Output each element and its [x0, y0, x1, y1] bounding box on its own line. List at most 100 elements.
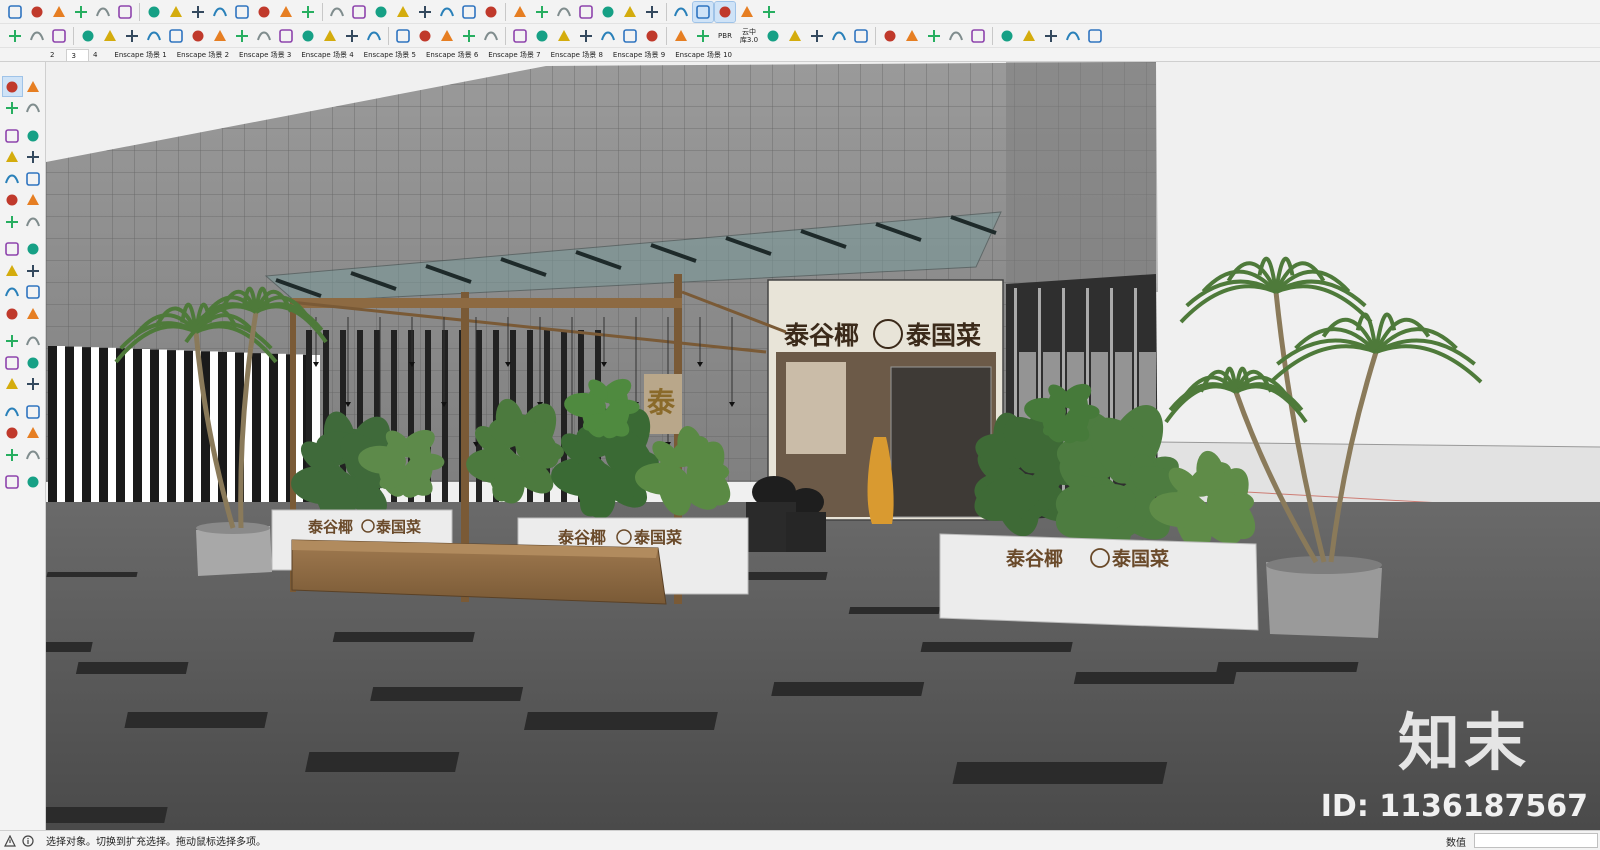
follow-me-icon[interactable] — [24, 261, 43, 280]
fog-icon[interactable] — [298, 26, 318, 46]
fit-icon[interactable] — [532, 26, 552, 46]
cube-icon[interactable] — [671, 26, 691, 46]
model-viewport[interactable]: 泰谷椰 泰国菜 泰 泰谷椰 泰国菜 泰谷椰 泰国菜 泰谷椰 泰国菜 知末 ID:… — [46, 62, 1600, 830]
hexagon-outline-icon[interactable] — [576, 26, 596, 46]
link-cloud-icon[interactable] — [902, 26, 922, 46]
cloud-upload-icon[interactable] — [342, 26, 362, 46]
cloud-sync-icon[interactable] — [968, 26, 988, 46]
warning-icon[interactable] — [2, 833, 18, 849]
scene-tab[interactable]: Enscape 场景 9 — [608, 49, 670, 61]
group-icon[interactable] — [100, 26, 120, 46]
select-tool-icon[interactable] — [144, 2, 164, 22]
refresh-badge-icon[interactable] — [1019, 26, 1039, 46]
subtract-icon[interactable] — [188, 26, 208, 46]
rectangle-icon[interactable] — [3, 148, 22, 167]
text-label-icon[interactable] — [24, 332, 43, 351]
union-icon[interactable] — [232, 26, 252, 46]
scale-icon[interactable] — [327, 2, 347, 22]
solid-icon[interactable] — [122, 26, 142, 46]
circle-icon[interactable] — [3, 169, 22, 188]
pencil-icon[interactable] — [5, 26, 25, 46]
person-icon[interactable] — [851, 26, 871, 46]
polygon-icon[interactable] — [24, 169, 43, 188]
protractor-icon[interactable] — [298, 2, 318, 22]
pie-icon[interactable] — [24, 212, 43, 231]
list-icon[interactable] — [437, 26, 457, 46]
scene-tab[interactable]: Enscape 场景 2 — [172, 49, 234, 61]
move-arrows-icon[interactable] — [3, 240, 22, 259]
zoom-extents-icon[interactable] — [3, 424, 22, 443]
components-icon[interactable] — [71, 2, 91, 22]
intersect-icon[interactable] — [210, 26, 230, 46]
freehand-icon[interactable] — [232, 2, 252, 22]
gear-icon[interactable] — [364, 26, 384, 46]
dimension-icon[interactable] — [276, 2, 296, 22]
scene-tab[interactable]: Enscape 场景 4 — [296, 49, 358, 61]
layer-icon[interactable] — [349, 2, 369, 22]
enscape-render-icon[interactable] — [598, 2, 618, 22]
arc-icon[interactable] — [481, 2, 501, 22]
arc-2point-icon[interactable] — [24, 191, 43, 210]
section-plane-icon[interactable] — [24, 473, 43, 492]
scene-tab[interactable]: Enscape 场景 5 — [359, 49, 421, 61]
tape-measure-icon[interactable] — [554, 2, 574, 22]
zoom-icon[interactable] — [210, 2, 230, 22]
scene-tab[interactable]: Enscape 场景 7 — [483, 49, 545, 61]
save-icon[interactable] — [27, 2, 47, 22]
scale-icon[interactable] — [3, 283, 22, 302]
layout-icon[interactable] — [1063, 26, 1083, 46]
zoom-magnifier-icon[interactable] — [3, 402, 22, 421]
contrast-icon[interactable] — [481, 26, 501, 46]
delete-icon[interactable] — [642, 26, 662, 46]
info-icon[interactable] — [415, 26, 435, 46]
export-2d-icon[interactable] — [997, 26, 1017, 46]
scene-tab[interactable]: Enscape 场景 1 — [109, 49, 171, 61]
export-icon[interactable] — [93, 2, 113, 22]
globe-icon[interactable] — [737, 2, 757, 22]
eraser-icon[interactable] — [24, 99, 43, 118]
axis-move-icon[interactable] — [807, 26, 827, 46]
rotate-icon[interactable] — [3, 261, 22, 280]
zoom-window-icon[interactable] — [24, 402, 43, 421]
section-plane-icon[interactable] — [371, 2, 391, 22]
material-icon[interactable] — [693, 26, 713, 46]
orbit-icon[interactable] — [3, 375, 22, 394]
push-pull-icon[interactable] — [24, 240, 43, 259]
3d-text-icon[interactable] — [24, 353, 43, 372]
add-location-icon[interactable] — [254, 26, 274, 46]
walk-footprints-icon[interactable] — [3, 473, 22, 492]
enscape-settings-icon[interactable] — [642, 2, 662, 22]
package-icon[interactable] — [880, 26, 900, 46]
import-icon[interactable] — [115, 2, 135, 22]
view-icon[interactable] — [576, 2, 596, 22]
paint-bucket-icon[interactable] — [188, 2, 208, 22]
tree-icon[interactable] — [276, 26, 296, 46]
paint-icon[interactable] — [3, 99, 22, 118]
scene-tab[interactable]: Enscape 场景 10 — [670, 49, 737, 61]
cloud-icon[interactable] — [946, 26, 966, 46]
line-pencil-icon[interactable] — [3, 126, 22, 145]
dimension-icon[interactable] — [24, 304, 43, 323]
render-settings-icon[interactable] — [1041, 26, 1061, 46]
cloud-search-icon[interactable] — [924, 26, 944, 46]
walk-icon[interactable] — [49, 26, 69, 46]
protractor-icon[interactable] — [3, 332, 22, 351]
square-icon[interactable] — [510, 26, 530, 46]
erase-icon[interactable] — [78, 26, 98, 46]
mail-icon[interactable] — [393, 26, 413, 46]
line-tool-icon[interactable] — [254, 2, 274, 22]
arc-icon[interactable] — [3, 191, 22, 210]
scene-tab[interactable]: Enscape 场景 8 — [546, 49, 608, 61]
select-arrow-icon[interactable] — [1, 76, 23, 98]
geo-icon[interactable] — [759, 2, 779, 22]
info-icon[interactable] — [20, 833, 36, 849]
rotated-rectangle-icon[interactable] — [24, 148, 43, 167]
axes-icon[interactable] — [3, 353, 22, 372]
grid-icon[interactable] — [620, 26, 640, 46]
dimensions-icon[interactable] — [27, 26, 47, 46]
checker-icon[interactable] — [320, 26, 340, 46]
gold-material-icon[interactable] — [785, 26, 805, 46]
trim-icon[interactable] — [144, 26, 164, 46]
position-camera-icon[interactable] — [3, 445, 22, 464]
model-info-icon[interactable] — [49, 2, 69, 22]
